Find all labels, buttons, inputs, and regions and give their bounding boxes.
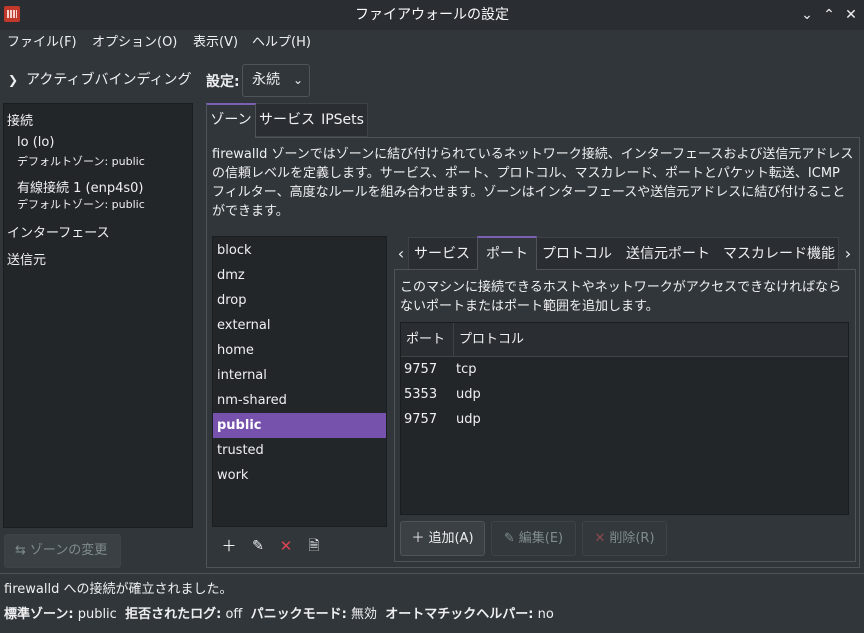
change-zone-button[interactable]: ⇆ ゾーンの変更 [4,534,121,568]
ports-description: このマシンに接続できるホストやネットワークがアクセスできなければならないポートま… [400,280,842,314]
connection-enp4s0[interactable]: 有線接続 1 (enp4s0) [17,177,143,196]
interfaces-header: インターフェース [7,226,110,241]
zone-description: firewalld ゾーンではゾーンに結び付けられているネットワーク接続、インタ… [212,147,854,219]
minimize-icon[interactable]: ⌄ [796,4,818,26]
ports-table[interactable]: ポート プロトコル 9757 tcp 5353 udp 9757 udp [400,322,849,515]
scroll-right-icon[interactable]: › [841,237,855,270]
add-zone-icon[interactable]: ＋ [218,535,240,557]
tab-services[interactable]: サービス [257,104,317,137]
zone-item-nm-shared[interactable]: nm-shared [216,388,385,413]
column-separator [453,323,454,357]
window-title: ファイアウォールの設定 [355,7,509,23]
chevron-down-icon: ❯ [8,73,19,87]
chevron-down-icon: ⌄ [292,73,303,87]
settings-label: 設定: [206,74,240,90]
column-port[interactable]: ポート [406,323,445,357]
port-row-1-protocol[interactable]: tcp [456,357,477,382]
edit-zone-icon[interactable]: ✎ [247,535,269,557]
zone-item-public[interactable]: public [213,413,386,438]
edit-port-button[interactable]: ✎ 編集(E) [491,521,576,556]
connection-lo[interactable]: lo (lo) [17,135,54,150]
panic-mode-value: 無効 [350,607,377,622]
zone-item-external[interactable]: external [216,313,385,338]
maximize-icon[interactable]: ⌃ [818,4,840,26]
subtab-source-ports[interactable]: 送信元ポート [619,238,717,271]
add-port-button[interactable]: ＋追加(A) [400,521,485,556]
tab-zone-label[interactable]: ゾーン [206,104,256,137]
zone-item-work[interactable]: work [216,463,385,488]
remove-zone-icon[interactable]: ✕ [275,535,297,557]
remove-port-button[interactable]: ✕ 削除(R) [582,521,667,556]
close-icon[interactable]: ✕ [840,4,862,26]
menu-file[interactable]: ファイル(F) [7,30,77,56]
divider [0,573,864,574]
zone-item-drop[interactable]: drop [216,288,385,313]
ports-table-header: ポート プロトコル [401,323,848,357]
sources-header: 送信元 [7,253,47,268]
zone-item-home[interactable]: home [216,338,385,363]
pencil-icon: ✎ [503,531,515,546]
zone-item-trusted[interactable]: trusted [216,438,385,463]
load-defaults-icon[interactable]: 🗎 [303,535,325,557]
subtab-ports[interactable]: ポート [477,238,537,271]
settings-select[interactable]: 永続 ⌄ [242,64,310,97]
port-row-2-protocol[interactable]: udp [456,382,481,407]
plus-icon: ＋ [411,531,425,546]
tab-ipsets[interactable]: IPSets [317,104,368,137]
subtab-masquerade[interactable]: マスカレード機能 [720,238,838,271]
subtab-protocols[interactable]: プロトコル [538,238,616,271]
port-row-2-port[interactable]: 5353 [404,382,437,407]
log-denied-value: off [225,607,243,622]
port-row-3-port[interactable]: 9757 [404,407,437,432]
zone-item-block[interactable]: block [216,238,385,263]
auto-helpers-value: no [537,607,554,622]
menu-view[interactable]: 表示(V) [193,30,238,56]
status-bar: 標準ゾーン: public 拒否されたログ: off パニックモード: 無効 オ… [4,607,554,622]
connection-lo-zone: デフォルトゾーン: public [17,155,145,168]
zone-item-internal[interactable]: internal [216,363,385,388]
column-protocol[interactable]: プロトコル [459,323,524,357]
swap-icon: ⇆ [15,543,26,558]
menu-options[interactable]: オプション(O) [92,30,177,56]
scroll-left-icon[interactable]: ‹ [394,237,408,270]
connection-enp4s0-zone: デフォルトゾーン: public [17,198,145,211]
zone-item-dmz[interactable]: dmz [216,263,385,288]
subtab-services[interactable]: サービス [408,238,476,271]
port-row-3-protocol[interactable]: udp [456,407,481,432]
default-zone-value: public [77,607,117,622]
connections-header: 接続 [7,114,34,129]
x-icon: ✕ [594,531,606,546]
status-message: firewalld への接続が確立されました。 [4,582,233,597]
menu-help[interactable]: ヘルプ(H) [252,30,311,56]
port-row-1-port[interactable]: 9757 [404,357,437,382]
active-bindings-header[interactable]: ❯ アクティブバインディング [8,68,192,92]
zone-list[interactable]: block dmz drop external home internal nm… [212,236,387,527]
